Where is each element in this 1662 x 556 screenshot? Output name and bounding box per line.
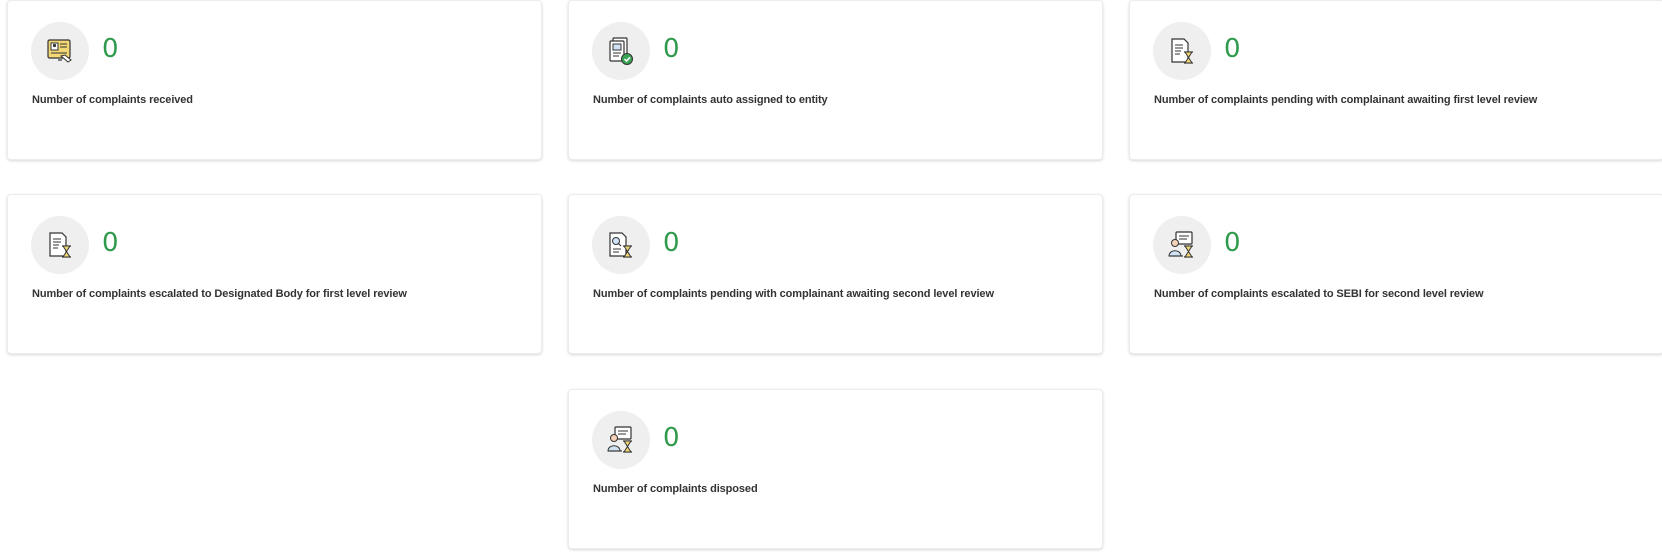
- stat-count: 0: [1224, 34, 1241, 64]
- stat-card-received: 0 Number of complaints received: [7, 0, 542, 160]
- stat-count: 0: [1224, 228, 1241, 258]
- stat-card-auto-assigned: 0 Number of complaints auto assigned to …: [568, 0, 1103, 160]
- stat-label: Number of complaints pending with compla…: [593, 288, 994, 300]
- document-search-hourglass-icon: [592, 216, 650, 274]
- stat-label: Number of complaints escalated to SEBI f…: [1154, 288, 1484, 300]
- complaint-form-icon: [31, 22, 89, 80]
- stat-card-escalated-sebi: 0 Number of complaints escalated to SEBI…: [1129, 194, 1662, 354]
- document-check-icon: [592, 22, 650, 80]
- stat-card-disposed: 0 Number of complaints disposed: [568, 389, 1103, 549]
- stat-count: 0: [663, 34, 680, 64]
- reviewer-hourglass-icon: [1153, 216, 1211, 274]
- document-hourglass-icon: [31, 216, 89, 274]
- stat-count: 0: [102, 34, 119, 64]
- stat-label: Number of complaints received: [32, 94, 193, 106]
- stat-card-pending-second-level: 0 Number of complaints pending with comp…: [568, 194, 1103, 354]
- stat-count: 0: [663, 423, 680, 453]
- document-hourglass-icon: [1153, 22, 1211, 80]
- reviewer-hourglass-icon: [592, 411, 650, 469]
- stat-card-escalated-designated-body: 0 Number of complaints escalated to Desi…: [7, 194, 542, 354]
- stat-label: Number of complaints auto assigned to en…: [593, 94, 828, 106]
- stat-label: Number of complaints disposed: [593, 483, 758, 495]
- stat-count: 0: [663, 228, 680, 258]
- stat-label: Number of complaints pending with compla…: [1154, 94, 1538, 106]
- stat-card-pending-first-level: 0 Number of complaints pending with comp…: [1129, 0, 1662, 160]
- stat-count: 0: [102, 228, 119, 258]
- stat-label: Number of complaints escalated to Design…: [32, 288, 407, 300]
